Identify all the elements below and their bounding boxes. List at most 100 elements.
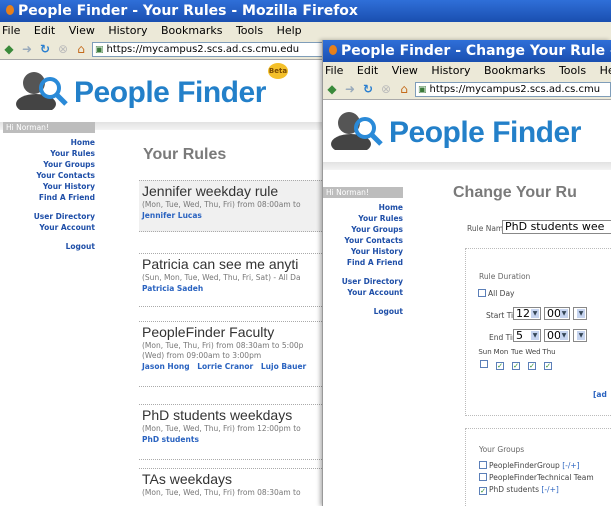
sidebar-item-find-a-friend[interactable]: Find A Friend [323,257,403,268]
rule-name[interactable]: PeopleFinder Faculty [142,324,322,340]
menu-file[interactable]: File [325,64,343,77]
person-link[interactable]: Lujo Bauer [261,362,306,371]
back-arrow-icon[interactable]: ◆ [2,42,16,56]
forward-arrow-icon[interactable]: ➜ [343,82,357,96]
rule-item[interactable]: PhD students weekdays (Mon, Tue, Wed, Th… [139,404,322,460]
sidebar-item-home[interactable]: Home [323,202,403,213]
secure-site-icon: ▣ [418,84,427,95]
sidebar-item-find-a-friend[interactable]: Find A Friend [3,192,95,203]
stop-icon[interactable]: ⊗ [379,82,393,96]
end-ampm-select[interactable]: ▼ [573,329,587,342]
group-list: PeopleFinderGroup [-/+] PeopleFinderTech… [479,460,594,496]
home-icon[interactable]: ⌂ [397,82,411,96]
chevron-down-icon: ▼ [577,309,585,318]
chevron-down-icon: ▼ [560,309,568,318]
reload-icon[interactable]: ↻ [361,82,375,96]
rule-schedule: (Mon, Tue, Wed, Thu, Fri) from 08:30am t… [142,488,301,497]
menu-bookmarks[interactable]: Bookmarks [484,64,545,77]
all-day-row: All Day [478,289,515,298]
sidebar-item-your-account[interactable]: Your Account [3,222,95,233]
sidebar-item-user-directory[interactable]: User Directory [323,276,403,287]
day-checkbox-sun[interactable] [480,360,488,368]
all-day-label: All Day [488,289,515,298]
person-link[interactable]: Jennifer Lucas [142,211,202,220]
all-day-checkbox[interactable] [478,289,486,297]
menu-history[interactable]: History [431,64,470,77]
home-icon[interactable]: ⌂ [74,42,88,56]
change-rule-window: People Finder - Change Your Rule - Mozi … [322,40,611,506]
rule-name[interactable]: Jennifer weekday rule [142,183,322,199]
rule-name-input[interactable]: PhD students wee [502,220,611,234]
group-edit-link[interactable]: [-/+] [541,485,558,494]
start-minute-select[interactable]: 00 ▼ [544,307,570,320]
sidebar-item-your-contacts[interactable]: Your Contacts [323,235,403,246]
day-checkboxes: ✓ ✓ ✓ ✓ [477,360,557,370]
group-checkbox[interactable]: ✓ [479,487,487,495]
reload-icon[interactable]: ↻ [38,42,52,56]
sidebar-item-your-groups[interactable]: Your Groups [3,159,95,170]
day-checkbox-thu[interactable]: ✓ [544,362,552,370]
sidebar-item-your-history[interactable]: Your History [3,181,95,192]
group-checkbox[interactable] [479,461,487,469]
advanced-link[interactable]: [ad [593,390,607,399]
menu-bar: File Edit View History Bookmarks Tools H… [323,62,611,79]
your-groups-title: Your Groups [479,445,525,454]
group-link[interactable]: PhD students [142,435,199,444]
menu-bookmarks[interactable]: Bookmarks [161,24,222,37]
sidebar-item-user-directory[interactable]: User Directory [3,211,95,222]
menu-file[interactable]: File [2,24,20,37]
header-divider [323,162,611,170]
end-hour-select[interactable]: 5 ▼ [513,329,541,342]
rule-people: Patricia Sadeh [142,284,322,293]
forward-arrow-icon[interactable]: ➜ [20,42,34,56]
rule-item[interactable]: PeopleFinder Faculty (Mon, Tue, Thu, Fri… [139,321,322,387]
end-minute-select[interactable]: 00 ▼ [544,329,570,342]
menu-edit[interactable]: Edit [357,64,378,77]
rule-name[interactable]: TAs weekdays [142,471,322,487]
person-link[interactable]: Lorrie Cranor [197,362,253,371]
address-url: https://mycampus2.scs.ad.cs.cmu.edu [106,43,300,55]
stop-icon[interactable]: ⊗ [56,42,70,56]
logout-link[interactable]: Logout [323,306,403,317]
rule-item[interactable]: Patricia can see me anyti (Sun, Mon, Tue… [139,253,322,307]
menu-view[interactable]: View [69,24,95,37]
menu-help[interactable]: Help [600,64,611,77]
logout-link[interactable]: Logout [3,241,95,252]
menu-bar: File Edit View History Bookmarks Tools H… [0,22,611,39]
start-hour-select[interactable]: 12 ▼ [513,307,541,320]
start-ampm-select[interactable]: ▼ [573,307,587,320]
group-checkbox[interactable] [479,473,487,481]
person-link[interactable]: Jason Hong [142,362,190,371]
menu-history[interactable]: History [108,24,147,37]
rule-item[interactable]: Jennifer weekday rule (Mon, Tue, Wed, Th… [139,180,322,232]
group-item: PeopleFinderTechnical Team [479,472,594,484]
rule-item[interactable]: TAs weekdays (Mon, Tue, Wed, Thu, Fri) f… [139,468,322,506]
day-checkbox-wed[interactable]: ✓ [528,362,536,370]
sidebar-item-your-history[interactable]: Your History [323,246,403,257]
sidebar-nav: Hi Norman! Home Your Rules Your Groups Y… [323,187,403,317]
sidebar-item-your-rules[interactable]: Your Rules [323,213,403,224]
sidebar-item-your-account[interactable]: Your Account [323,287,403,298]
day-labels: Sun Mon Tue Wed Thu [477,348,557,356]
group-edit-link[interactable]: [-/+] [562,461,579,470]
rule-name[interactable]: Patricia can see me anyti [142,256,322,272]
window-title-bar: People Finder - Your Rules - Mozilla Fir… [0,0,611,22]
window-title-bar: People Finder - Change Your Rule - Mozi [323,40,611,62]
day-checkbox-mon[interactable]: ✓ [496,362,504,370]
sidebar-item-your-contacts[interactable]: Your Contacts [3,170,95,181]
page-title: Your Rules [143,146,227,163]
sidebar-item-your-rules[interactable]: Your Rules [3,148,95,159]
menu-tools[interactable]: Tools [559,64,586,77]
sidebar-item-your-groups[interactable]: Your Groups [323,224,403,235]
address-bar[interactable]: ▣ https://mycampus2.scs.ad.cs.cmu [415,81,611,97]
menu-view[interactable]: View [392,64,418,77]
day-checkbox-tue[interactable]: ✓ [512,362,520,370]
person-link[interactable]: Patricia Sadeh [142,284,203,293]
menu-tools[interactable]: Tools [236,24,263,37]
menu-help[interactable]: Help [277,24,302,37]
menu-edit[interactable]: Edit [34,24,55,37]
rule-name[interactable]: PhD students weekdays [142,407,322,423]
back-arrow-icon[interactable]: ◆ [325,82,339,96]
page-title: Change Your Ru [453,184,577,201]
sidebar-item-home[interactable]: Home [3,137,95,148]
